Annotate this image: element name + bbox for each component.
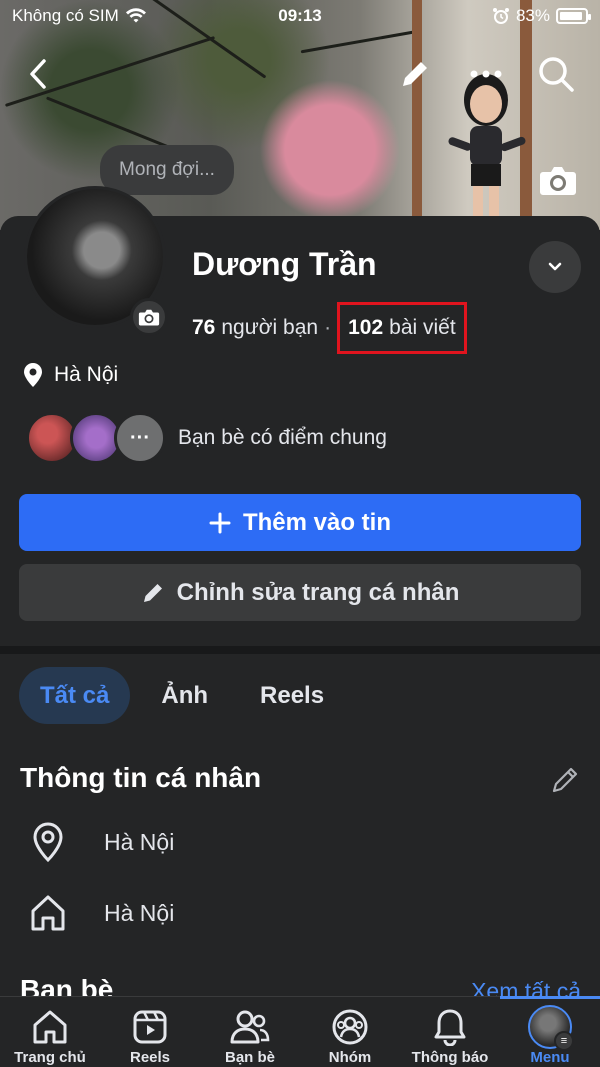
tab-reels[interactable]: Reels [239,667,345,724]
edit-cover-button[interactable] [393,52,437,96]
location-pin-icon [33,822,63,862]
note-bubble-text: Mong đợi... [119,159,215,180]
friends-label: người bạn [221,316,319,339]
battery-percent: 83% [515,6,550,25]
cover-camera-button[interactable] [538,162,578,198]
posts-count: 102 [348,316,384,339]
friends-count: 76 [192,316,216,339]
nav-menu[interactable]: ≡ Menu [500,997,600,1067]
add-to-story-label: Thêm vào tin [242,508,392,536]
friends-stat[interactable]: 76 người bạn [192,316,318,340]
edit-info-pencil-icon[interactable] [549,764,581,796]
tab-all[interactable]: Tất cả [19,667,131,724]
more-dots-icon [470,70,502,78]
camera-icon [540,167,576,195]
profile-stats: 76 người bạn · 102 bài viết [192,302,467,354]
info-row-hometown: Hà Nội [30,893,174,933]
menu-avatar: ≡ [528,1005,574,1051]
nav-reels[interactable]: Reels [100,997,200,1067]
section-divider [0,646,600,654]
nav-notifications[interactable]: Thông báo [400,997,500,1067]
note-bubble[interactable]: Mong đợi... [100,145,234,195]
nav-home-label: Trang chủ [14,1049,86,1066]
plus-icon [209,512,231,533]
profile-name: Dương Trần [192,246,377,282]
info-location-text: Hà Nội [104,828,175,855]
edit-profile-label: Chỉnh sửa trang cá nhân [176,578,460,606]
stats-separator: · [324,316,332,339]
nav-notifications-label: Thông báo [411,1049,489,1066]
nav-friends[interactable]: Bạn bè [200,997,300,1067]
info-row-location: Hà Nội [30,822,174,862]
nav-friends-label: Bạn bè [224,1049,275,1066]
posts-stat-highlight[interactable]: 102 bài viết [337,302,467,354]
location-pin-icon [24,363,42,387]
search-button[interactable] [532,50,580,98]
home-icon [31,895,65,931]
nav-active-indicator [500,996,600,999]
chevron-left-icon [30,59,46,89]
mutual-friend-more: ··· [114,412,166,464]
back-button[interactable] [18,52,58,96]
battery-icon [556,8,591,24]
camera-icon [138,309,160,326]
mutual-friends[interactable]: ··· Bạn bè có điểm chung [26,412,387,464]
search-icon [539,57,574,92]
pencil-icon [403,62,427,86]
groups-icon [332,1009,368,1045]
personal-info-title: Thông tin cá nhân [20,762,262,793]
profile-camera-button[interactable] [130,298,168,336]
home-icon [33,1010,67,1044]
edit-profile-button[interactable]: Chỉnh sửa trang cá nhân [19,564,581,621]
profile-tabs: Tất cả Ảnh Reels [19,667,345,724]
bell-icon [434,1009,466,1046]
pencil-icon [143,583,162,602]
chevron-down-icon [548,262,562,271]
profile-location: Hà Nội [22,362,118,388]
tab-photos[interactable]: Ảnh [140,667,229,724]
more-options-button[interactable] [464,52,508,96]
bottom-navigation: Trang chủ Reels Bạn bè Nhóm Thông báo ≡ … [0,996,600,1067]
nav-home[interactable]: Trang chủ [0,997,100,1067]
info-hometown-text: Hà Nội [104,899,175,926]
status-bar: Không có SIM 09:13 83% [0,0,600,34]
reels-icon [133,1010,167,1044]
nav-reels-label: Reels [129,1049,171,1066]
nav-menu-label: Menu [530,1049,570,1066]
alarm-icon [492,8,509,24]
mutual-friends-text: Bạn bè có điểm chung [178,426,387,449]
friends-icon [230,1010,270,1044]
hamburger-icon: ≡ [554,1031,574,1051]
nav-groups[interactable]: Nhóm [300,997,400,1067]
posts-label: bài viết [389,316,456,339]
location-text: Hà Nội [54,363,119,386]
profile-dropdown-button[interactable] [529,241,581,293]
nav-groups-label: Nhóm [328,1049,372,1066]
add-to-story-button[interactable]: Thêm vào tin [19,494,581,551]
